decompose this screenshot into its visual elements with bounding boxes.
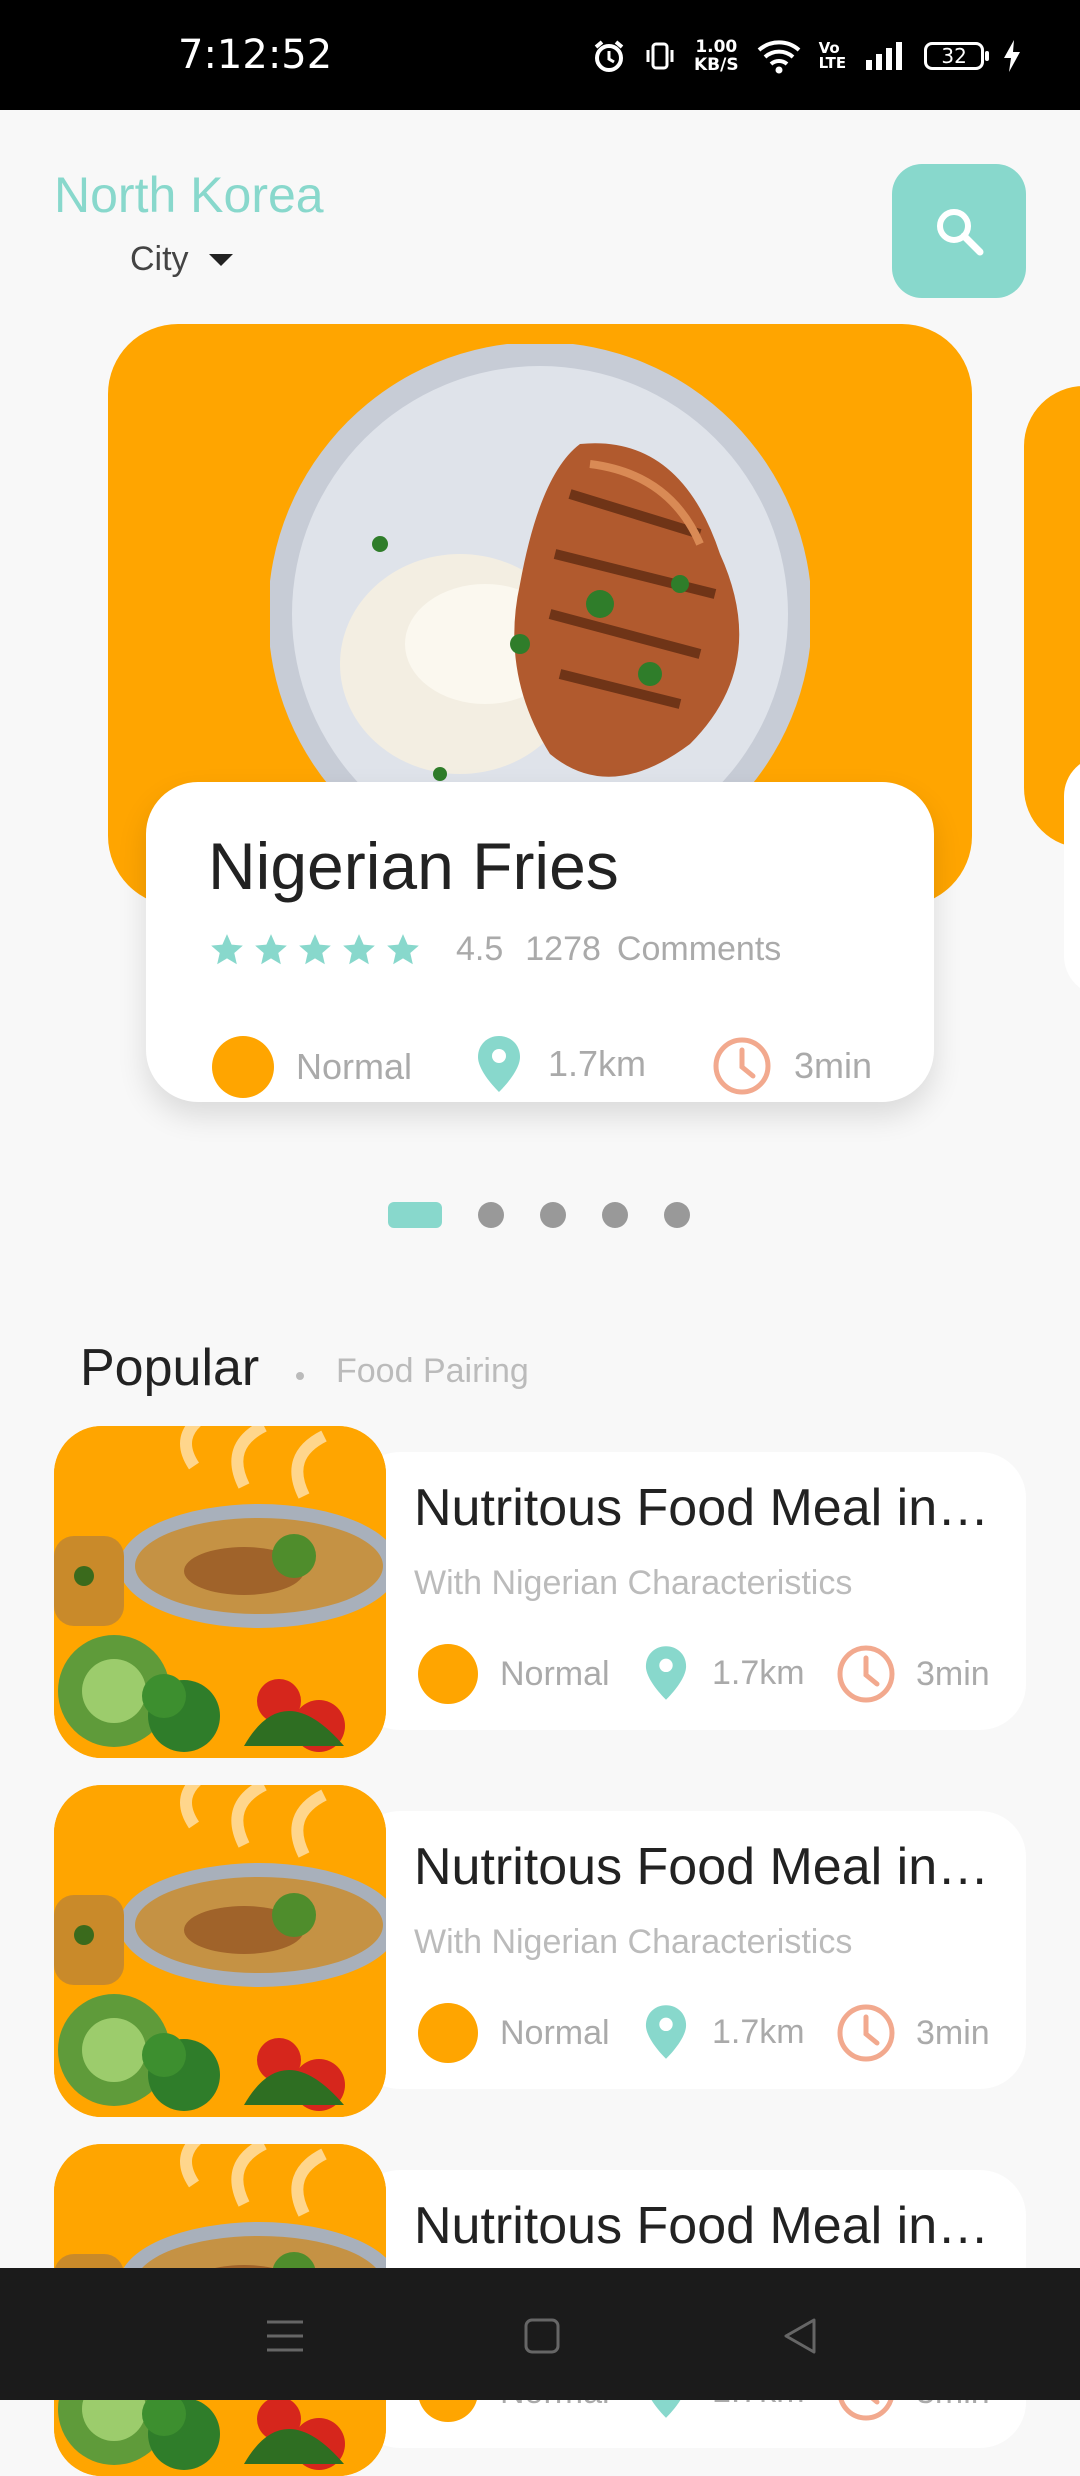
section-subtitle[interactable]: Food Pairing bbox=[336, 1352, 529, 1391]
location-pin-icon bbox=[645, 2005, 687, 2059]
level-dot-icon bbox=[212, 1036, 274, 1098]
food-subtitle: With Nigerian Characteristics bbox=[414, 1923, 853, 1961]
alarm-icon bbox=[594, 40, 624, 72]
location-pin-icon bbox=[645, 1646, 687, 1700]
volte-indicator: Vo LTE bbox=[819, 41, 847, 71]
carousel-dot-active[interactable] bbox=[388, 1202, 442, 1228]
status-icons: 1.00 KB/S Vo LTE 32 bbox=[592, 28, 1022, 84]
location-pin-icon bbox=[478, 1036, 520, 1092]
comments-label: Comments bbox=[616, 930, 782, 968]
network-speed-unit: KB/S bbox=[694, 55, 739, 75]
star-icon bbox=[211, 933, 243, 964]
food-thumbnail-photo bbox=[54, 1426, 386, 1758]
level-label: Normal bbox=[500, 1654, 610, 1693]
comments-count: 1278 bbox=[525, 930, 601, 968]
carousel-dot[interactable] bbox=[602, 1202, 628, 1228]
volte-bottom: LTE bbox=[818, 54, 847, 72]
time-label: 3min bbox=[916, 1654, 990, 1693]
location-title[interactable]: North Korea bbox=[54, 166, 324, 224]
featured-card[interactable]: Nigerian Fries 4.5 1278 Comments Normal … bbox=[146, 782, 934, 1102]
carousel-dot[interactable] bbox=[540, 1202, 566, 1228]
featured-meta-level: Normal bbox=[212, 1036, 412, 1098]
distance-label: 1.7km bbox=[712, 2012, 805, 2051]
star-icon bbox=[255, 933, 287, 964]
star-icon bbox=[387, 933, 419, 964]
charging-icon bbox=[1004, 40, 1021, 72]
network-speed: 1.00 KB/S bbox=[694, 38, 739, 74]
next-featured-card[interactable] bbox=[1064, 756, 1080, 996]
caret-down-icon bbox=[208, 253, 233, 266]
level-dot-icon bbox=[418, 2003, 478, 2063]
featured-meta-time: 3min bbox=[712, 1036, 872, 1096]
city-dropdown[interactable]: City bbox=[130, 240, 233, 279]
featured-title: Nigerian Fries bbox=[208, 829, 619, 903]
status-time: 7:12:52 bbox=[178, 32, 333, 78]
rating-row: 4.5 1278 Comments bbox=[208, 930, 781, 969]
section-title[interactable]: Popular bbox=[80, 1338, 259, 1398]
distance-label: 1.7km bbox=[712, 1653, 805, 1692]
back-icon bbox=[784, 2318, 816, 2354]
home-button[interactable] bbox=[518, 2312, 566, 2360]
star-icon bbox=[343, 933, 375, 964]
food-list-item[interactable]: Nutritous Food Meal in Nigeria With Nige… bbox=[54, 1785, 1026, 2117]
rating-value: 4.5 bbox=[456, 930, 504, 968]
menu-icon bbox=[267, 2320, 303, 2352]
food-meta-level: Normal bbox=[418, 1644, 610, 1704]
status-bar: 7:12:52 1.00 KB/S Vo LTE 32 bbox=[0, 0, 1080, 110]
signal-icon bbox=[866, 42, 903, 70]
wifi-icon bbox=[757, 40, 800, 74]
level-label: Normal bbox=[296, 1046, 413, 1087]
food-title: Nutritous Food Meal in Nigeria bbox=[414, 1838, 1002, 1896]
featured-meta-distance: 1.7km bbox=[476, 1034, 646, 1094]
food-title: Nutritous Food Meal in Nigeria bbox=[414, 2197, 1002, 2255]
carousel-dot[interactable] bbox=[664, 1202, 690, 1228]
distance-label: 1.7km bbox=[548, 1043, 647, 1084]
carousel-dot[interactable] bbox=[478, 1202, 504, 1228]
battery-icon: 32 bbox=[924, 42, 990, 70]
clock-icon bbox=[713, 1037, 771, 1095]
food-title: Nutritous Food Meal in Nigeria bbox=[414, 1479, 1002, 1537]
food-meta-distance: 1.7km bbox=[644, 2003, 805, 2061]
clock-icon bbox=[837, 2004, 895, 2062]
star-icon bbox=[299, 933, 331, 964]
navigation-bar bbox=[0, 2268, 1080, 2400]
level-dot-icon bbox=[418, 1644, 478, 1704]
network-speed-value: 1.00 bbox=[695, 37, 738, 57]
food-meta-time: 3min bbox=[836, 1644, 990, 1704]
food-meta-level: Normal bbox=[418, 2003, 610, 2063]
level-label: Normal bbox=[500, 2013, 610, 2052]
food-thumbnail[interactable] bbox=[54, 1426, 386, 1758]
star-rating bbox=[208, 931, 422, 969]
back-button[interactable] bbox=[776, 2312, 824, 2360]
search-button[interactable] bbox=[892, 164, 1026, 298]
food-subtitle: With Nigerian Characteristics bbox=[414, 1564, 853, 1602]
time-label: 3min bbox=[916, 2013, 990, 2052]
food-list-item[interactable]: Nutritous Food Meal in Nigeria With Nige… bbox=[54, 1426, 1026, 1758]
food-meta-time: 3min bbox=[836, 2003, 990, 2063]
food-thumbnail[interactable] bbox=[54, 1785, 386, 2117]
time-label: 3min bbox=[794, 1045, 873, 1086]
carousel-indicator[interactable] bbox=[388, 1202, 690, 1228]
section-separator-dot bbox=[296, 1372, 304, 1380]
clock-icon bbox=[837, 1645, 895, 1703]
home-icon bbox=[524, 2318, 560, 2354]
vibrate-icon bbox=[646, 42, 674, 70]
search-icon bbox=[937, 209, 984, 256]
food-meta-distance: 1.7km bbox=[644, 1644, 805, 1702]
menu-button[interactable] bbox=[261, 2312, 309, 2360]
food-thumbnail-photo bbox=[54, 1785, 386, 2117]
city-label: City bbox=[130, 240, 189, 278]
